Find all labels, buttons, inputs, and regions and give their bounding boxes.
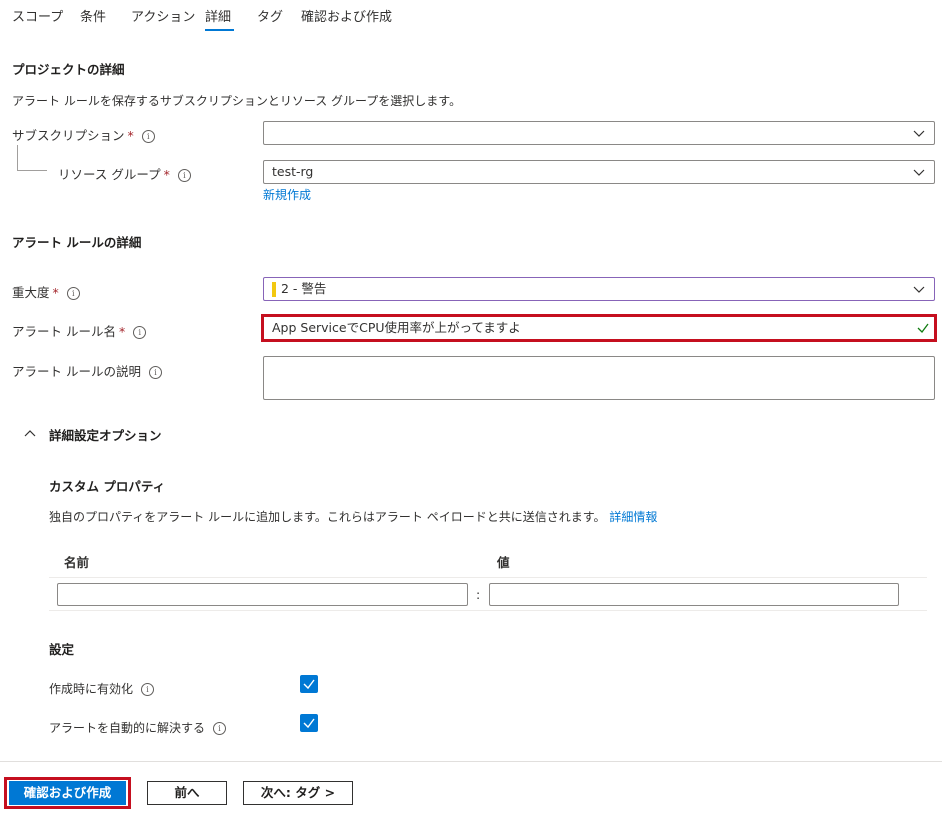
custom-properties-description-text: 独自のプロパティをアラート ルールに追加します。これらはアラート ペイロードと共… [49, 510, 606, 524]
checkmark-icon [917, 323, 929, 333]
subscription-label-text: サブスクリプション [12, 128, 125, 143]
resource-group-label: リソース グループ * i [58, 164, 191, 183]
alert-rule-name-input[interactable]: App ServiceでCPU使用率が上がってますよ [266, 317, 934, 339]
info-icon[interactable]: i [133, 326, 147, 339]
severity-value: 2 - 警告 [281, 281, 327, 296]
custom-property-value-input[interactable] [489, 583, 899, 606]
tab-actions[interactable]: アクション [131, 6, 195, 25]
alert-rule-name-value: App ServiceでCPU使用率が上がってますよ [272, 320, 521, 335]
auto-resolve-label-text: アラートを自動的に解決する [49, 721, 206, 735]
severity-label: 重大度 * i [12, 282, 80, 301]
enable-on-create-label: 作成時に有効化 i [49, 680, 155, 697]
info-icon[interactable]: i [66, 287, 80, 300]
key-value-separator: : [476, 587, 481, 602]
tab-scope[interactable]: スコープ [12, 6, 63, 25]
project-details-description: アラート ルールを保存するサブスクリプションとリソース グループを選択します。 [12, 94, 462, 108]
enable-on-create-label-text: 作成時に有効化 [49, 682, 134, 696]
tab-tags[interactable]: タグ [257, 6, 283, 25]
advanced-options-toggle[interactable]: 詳細設定オプション [49, 425, 162, 444]
auto-resolve-checkbox[interactable] [300, 714, 318, 732]
tab-details[interactable]: 詳細 [205, 6, 231, 25]
resource-group-value: test-rg [272, 164, 314, 179]
learn-more-link[interactable]: 詳細情報 [609, 510, 657, 524]
info-icon[interactable]: i [177, 169, 191, 182]
required-marker: * [52, 285, 59, 300]
settings-title: 設定 [49, 642, 75, 657]
alert-rule-details-title: アラート ルールの詳細 [12, 235, 142, 250]
chevron-down-icon [913, 169, 925, 176]
severity-dropdown[interactable]: 2 - 警告 [263, 277, 935, 301]
info-icon[interactable]: i [148, 366, 162, 379]
severity-label-text: 重大度 [12, 285, 50, 300]
tree-connector-vertical [17, 145, 18, 170]
resource-group-dropdown[interactable]: test-rg [263, 160, 935, 184]
alert-rule-description-label: アラート ルールの説明 i [12, 361, 162, 380]
review-create-button[interactable]: 確認および作成 [9, 781, 126, 805]
previous-button[interactable]: 前へ [147, 781, 227, 805]
table-header-divider [49, 577, 927, 578]
subscription-label: サブスクリプション * i [12, 125, 155, 144]
column-header-name: 名前 [64, 555, 90, 570]
info-icon[interactable]: i [141, 130, 155, 143]
auto-resolve-label: アラートを自動的に解決する i [49, 719, 227, 736]
required-marker: * [127, 128, 134, 143]
tab-condition[interactable]: 条件 [80, 6, 106, 25]
severity-color-bar [272, 282, 276, 297]
chevron-down-icon [913, 286, 925, 293]
checkmark-icon [303, 718, 315, 729]
custom-properties-description: 独自のプロパティをアラート ルールに追加します。これらはアラート ペイロードと共… [49, 508, 657, 525]
create-new-link[interactable]: 新規作成 [263, 186, 311, 203]
required-marker: * [163, 167, 170, 182]
next-button[interactable]: 次へ: タグ > [243, 781, 353, 805]
tree-connector-horizontal [17, 170, 47, 171]
column-header-value: 値 [497, 555, 510, 570]
custom-property-name-input[interactable] [57, 583, 468, 606]
subscription-dropdown[interactable] [263, 121, 935, 145]
required-marker: * [118, 324, 126, 339]
alert-rule-description-textarea[interactable] [263, 356, 935, 400]
active-tab-indicator [205, 29, 234, 31]
tab-review-create[interactable]: 確認および作成 [301, 6, 392, 25]
enable-on-create-checkbox[interactable] [300, 675, 318, 693]
alert-rule-name-label-text: アラート ルール名 [12, 324, 116, 339]
checkmark-icon [303, 679, 315, 690]
chevron-down-icon [913, 130, 925, 137]
chevron-up-icon[interactable] [23, 428, 37, 438]
custom-properties-title: カスタム プロパティ [49, 479, 166, 494]
info-icon[interactable]: i [213, 722, 227, 735]
resource-group-label-text: リソース グループ [58, 167, 161, 182]
project-details-title: プロジェクトの詳細 [12, 62, 125, 77]
alert-rule-description-label-text: アラート ルールの説明 [12, 364, 141, 379]
info-icon[interactable]: i [141, 683, 155, 696]
alert-rule-name-label: アラート ルール名 * i [12, 321, 147, 340]
footer-divider [0, 761, 942, 762]
table-row-divider [49, 610, 927, 611]
